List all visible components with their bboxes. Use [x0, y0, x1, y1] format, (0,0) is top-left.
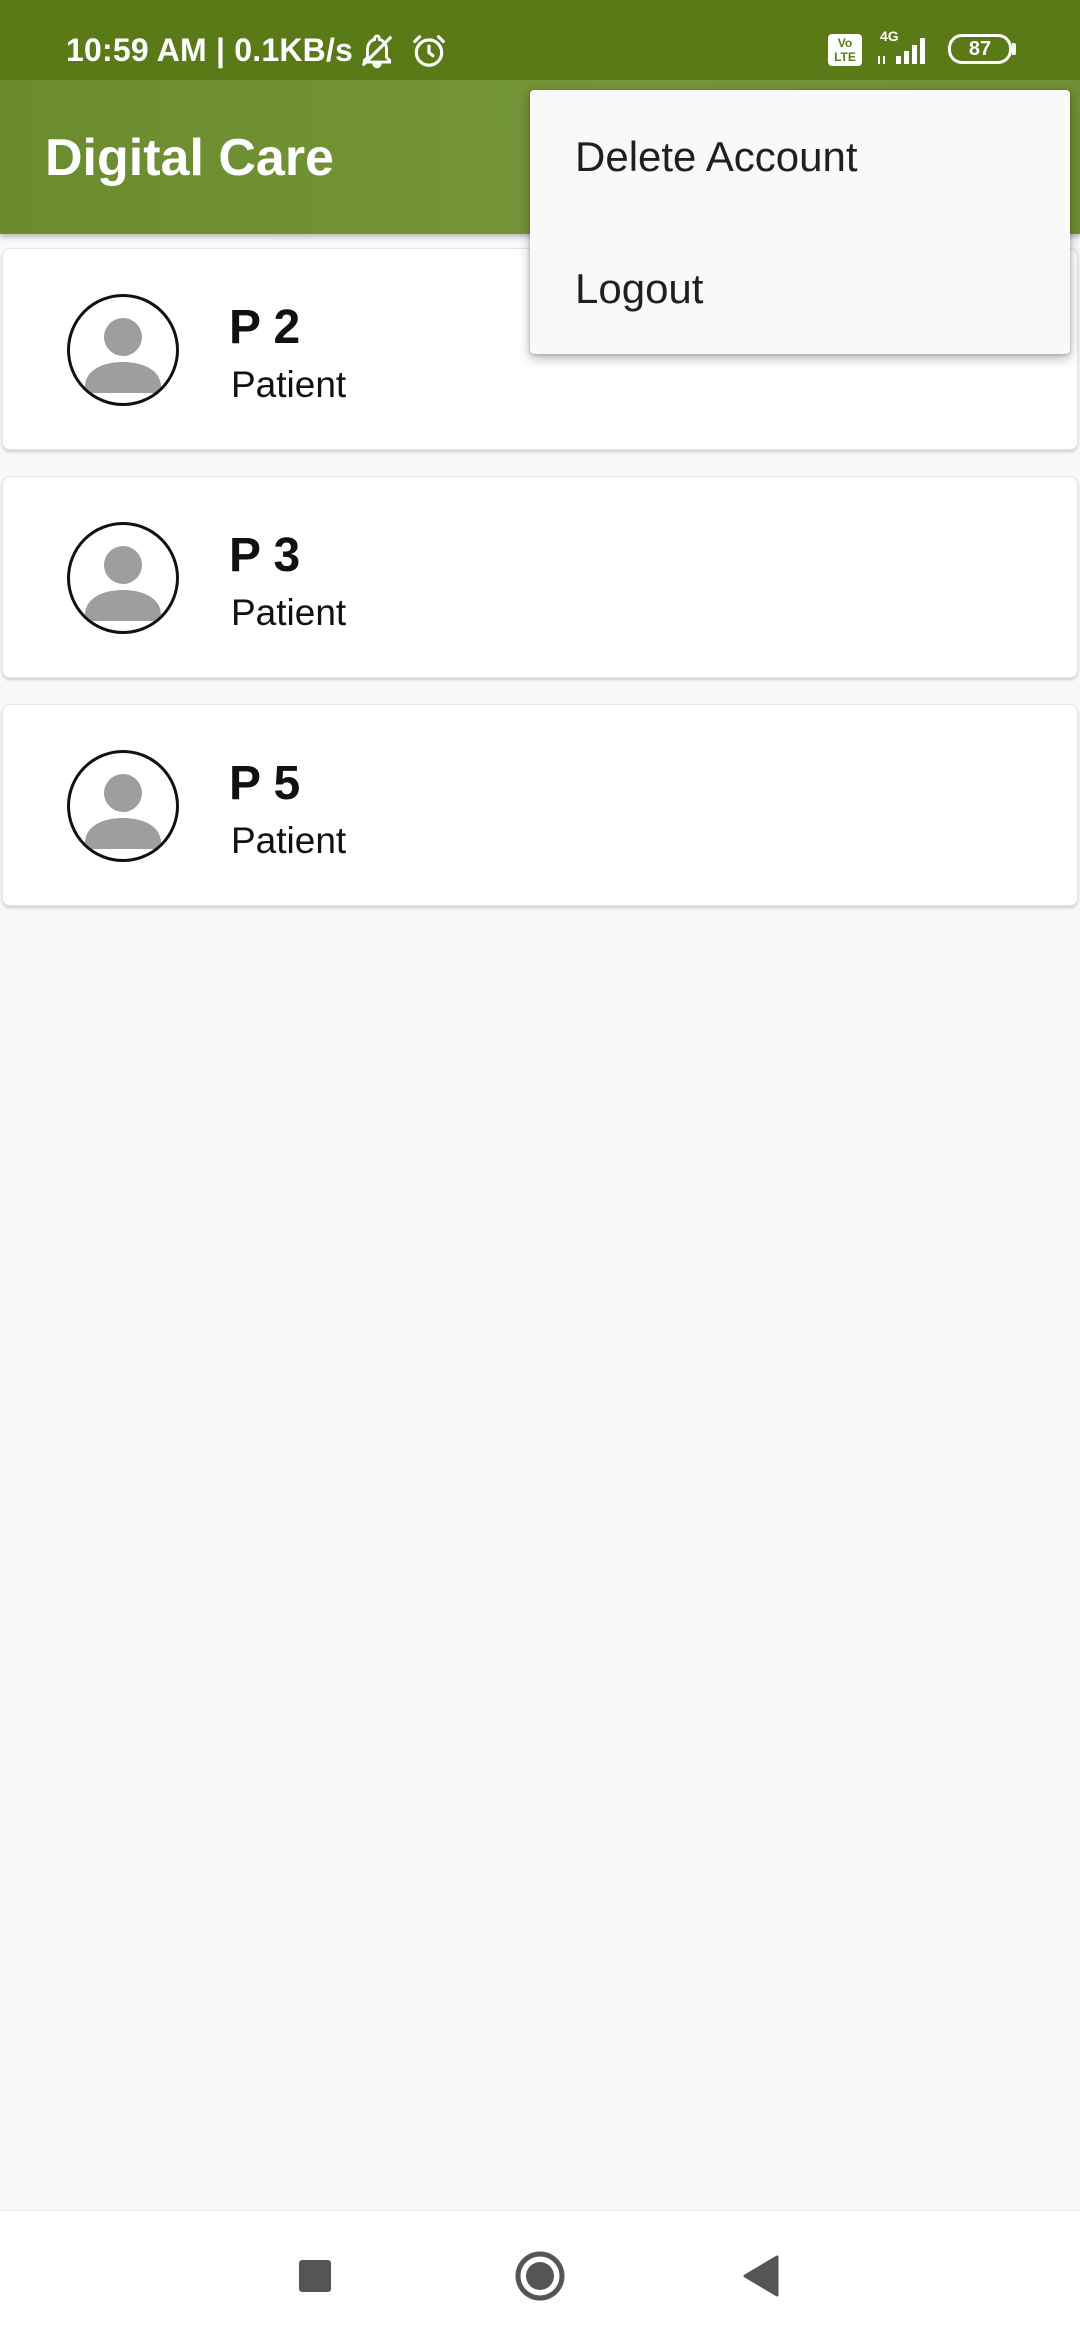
recents-icon[interactable]: [280, 2241, 350, 2311]
battery-level: 87: [968, 38, 992, 60]
delete-account-label: Delete Account: [575, 133, 858, 180]
alarm-icon: [413, 35, 445, 67]
logout-menu-item[interactable]: Logout: [530, 222, 1070, 354]
patient-name: P 3: [229, 529, 301, 582]
volte-label: Vo LTE: [834, 36, 856, 64]
person-icon: [85, 774, 161, 849]
status-bar: 10:59 AM | 0.1KB/s Vo LTE 4G 87: [0, 0, 1080, 80]
patient-role: Patient: [231, 592, 347, 633]
patient-name: P 2: [229, 301, 301, 354]
patient-role: Patient: [231, 364, 347, 405]
person-icon: [85, 546, 161, 621]
signal-icon: [878, 38, 925, 64]
volte-icon: Vo LTE: [828, 34, 862, 66]
overflow-menu: Delete Account Logout: [530, 90, 1070, 354]
back-icon[interactable]: [725, 2241, 795, 2311]
patient-card[interactable]: P 3 Patient: [2, 476, 1078, 678]
patient-name: P 5: [229, 757, 301, 810]
patient-role: Patient: [231, 820, 347, 861]
battery-tip: [1012, 43, 1016, 55]
person-icon: [85, 318, 161, 393]
avatar: [67, 522, 179, 634]
avatar: [67, 294, 179, 406]
battery-icon: 87: [948, 34, 1012, 64]
avatar: [67, 750, 179, 862]
patient-card[interactable]: P 5 Patient: [2, 704, 1078, 906]
home-icon[interactable]: [505, 2241, 575, 2311]
notifications-off-icon: [361, 34, 393, 69]
navigation-bar: [0, 2210, 1080, 2341]
status-time: 10:59 AM | 0.1KB/s: [66, 32, 354, 68]
page-title: Digital Care: [45, 129, 334, 187]
delete-account-menu-item[interactable]: Delete Account: [530, 90, 1070, 222]
logout-label: Logout: [575, 265, 704, 312]
